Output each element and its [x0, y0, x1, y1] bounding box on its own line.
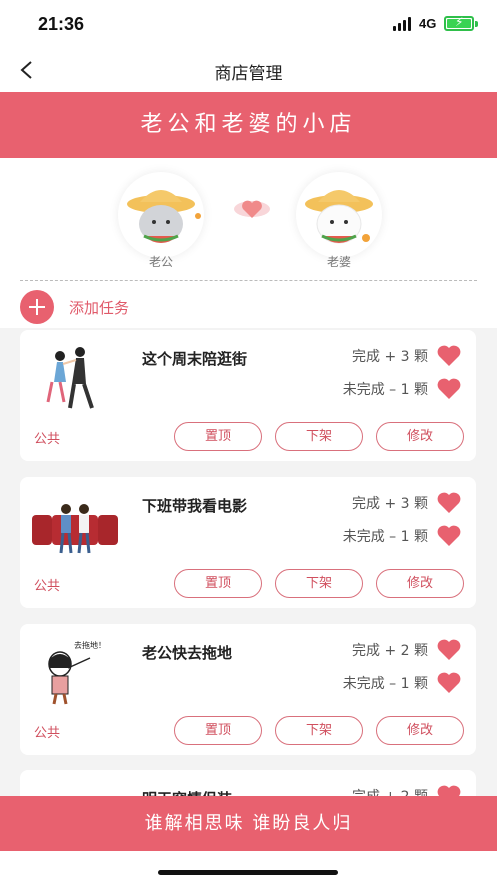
incomplete-penalty-text: 未完成 – 1 颗 — [342, 529, 428, 545]
network-type: 4G — [419, 16, 437, 31]
incomplete-penalty-text: 未完成 – 1 颗 — [342, 676, 428, 692]
wife-avatar[interactable] — [296, 172, 382, 258]
husband-avatar[interactable] — [118, 172, 204, 258]
heart-link-icon — [232, 194, 272, 224]
signal-icon — [393, 17, 413, 31]
nav-bar: 商店管理 — [0, 48, 497, 92]
add-task-label: 添加任务 — [69, 299, 130, 317]
complete-reward: 完成 + 3 颗 — [352, 344, 462, 368]
shop-name-banner: 老公和老婆的小店 — [0, 92, 497, 158]
home-indicator-area — [0, 851, 497, 883]
task-title: 老公快去拖地 — [142, 644, 233, 662]
heart-icon — [437, 378, 461, 399]
complete-reward-text: 完成 + 3 颗 — [352, 496, 428, 512]
incomplete-penalty: 未完成 – 1 颗 — [343, 377, 462, 401]
heart-icon — [437, 639, 461, 660]
complete-reward: 完成 + 3 颗 — [352, 491, 462, 515]
pin-button[interactable]: 置顶 — [174, 569, 262, 598]
edit-button[interactable]: 修改 — [376, 422, 464, 451]
status-time: 21:36 — [38, 14, 85, 34]
wife-label: 老婆 — [326, 255, 351, 269]
mopping-cartoon-illustration: 去拖地！ — [30, 638, 120, 708]
incomplete-penalty-text: 未完成 – 1 颗 — [342, 382, 428, 398]
image-caption: 去拖地！ — [74, 640, 106, 650]
complete-reward-text: 完成 + 3 颗 — [352, 349, 428, 365]
battery-icon: ⚡ — [444, 15, 474, 31]
complete-reward: 完成 + 2 颗 — [352, 638, 462, 662]
bottom-slogan-banner: 谁解相思味 谁盼良人归 — [0, 796, 497, 851]
page-title: 商店管理 — [214, 64, 283, 84]
scope-label: 公共 — [34, 432, 61, 447]
edit-button[interactable]: 修改 — [376, 569, 464, 598]
complete-reward-text: 完成 + 2 颗 — [352, 643, 428, 659]
pin-button[interactable]: 置顶 — [174, 422, 262, 451]
task-card: 下班带我看电影 完成 + 3 颗 未完成 – 1 颗 公共 置顶 下架 修改 — [20, 477, 476, 608]
status-bar: 21:36 4G ⚡ — [0, 0, 497, 48]
heart-icon — [437, 492, 461, 513]
heart-icon — [437, 672, 461, 693]
incomplete-penalty: 未完成 – 1 颗 — [343, 671, 462, 695]
unlist-button[interactable]: 下架 — [275, 716, 363, 745]
task-title: 这个周末陪逛街 — [142, 350, 248, 368]
heart-icon — [437, 525, 461, 546]
task-title: 下班带我看电影 — [142, 497, 248, 515]
heart-icon — [437, 345, 461, 366]
dashed-divider — [20, 280, 477, 281]
scope-label: 公共 — [34, 579, 61, 594]
task-card: 这个周末陪逛街 完成 + 3 颗 未完成 – 1 颗 公共 置顶 下架 修改 — [20, 330, 476, 461]
edit-button[interactable]: 修改 — [376, 716, 464, 745]
cinema-couple-illustration — [30, 491, 120, 561]
couple-walking-illustration — [30, 344, 120, 414]
unlist-button[interactable]: 下架 — [275, 422, 363, 451]
battery-tip — [475, 21, 478, 27]
scope-label: 公共 — [34, 726, 61, 741]
couple-section: 老公 老婆 — [0, 158, 497, 282]
husband-label: 老公 — [148, 255, 173, 269]
unlist-button[interactable]: 下架 — [275, 569, 363, 598]
home-indicator[interactable] — [158, 870, 338, 875]
add-task-button[interactable]: 添加任务 — [0, 282, 497, 328]
task-card: 去拖地！ 老公快去拖地 完成 + 2 颗 未完成 – 1 颗 公共 置顶 下架 … — [20, 624, 476, 755]
pin-button[interactable]: 置顶 — [174, 716, 262, 745]
incomplete-penalty: 未完成 – 1 颗 — [343, 524, 462, 548]
plus-icon[interactable] — [20, 290, 54, 324]
